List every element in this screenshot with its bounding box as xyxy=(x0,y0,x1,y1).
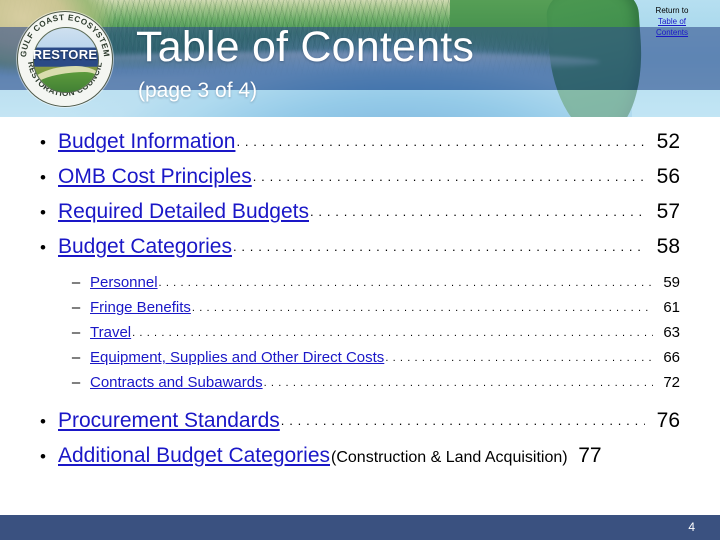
footer-bar: 4 xyxy=(0,515,720,540)
header-banner: Table of Contents (page 3 of 4) GULF COA… xyxy=(0,0,720,117)
toc-entry: – Travel. . . . . . . . . . . . . . . . .… xyxy=(0,321,720,346)
toc-entry: • Additional Budget Categories (Construct… xyxy=(0,439,720,474)
dash-bullet-icon: – xyxy=(71,349,81,366)
return-to-toc: Return to Table of Contents xyxy=(640,5,704,38)
dot-leader: . . . . . . . . . . . . . . . . . . . . … xyxy=(236,134,645,149)
toc-entry: • Procurement Standards. . . . . . . . . … xyxy=(0,404,720,439)
dot-leader: . . . . . . . . . . . . . . . . . . . . … xyxy=(385,352,653,364)
bullet-icon: • xyxy=(40,203,46,222)
bullet-icon: • xyxy=(40,133,46,152)
toc-entry: • Budget Categories. . . . . . . . . . . … xyxy=(0,230,720,265)
bullet-icon: • xyxy=(40,238,46,257)
toc-page-number: 72 xyxy=(663,374,680,391)
return-label: Return to xyxy=(655,6,689,15)
return-link-line2[interactable]: Contents xyxy=(640,27,704,38)
toc-entry-link[interactable]: Budget Information xyxy=(58,125,235,158)
return-link-line1[interactable]: Table of xyxy=(640,16,704,27)
bullet-icon: • xyxy=(40,168,46,187)
toc-entry: • OMB Cost Principles . . . . . . . . . .… xyxy=(0,160,720,195)
toc-entry: – Personnel. . . . . . . . . . . . . . . … xyxy=(0,271,720,296)
page-title: Table of Contents xyxy=(136,23,475,71)
toc-page-number: 56 xyxy=(656,165,680,188)
dot-leader: . . . . . . . . . . . . . . . . . . . . … xyxy=(158,277,653,289)
toc-page-number: 63 xyxy=(663,324,680,341)
restore-council-logo: GULF COAST ECOSYSTEM RESTORATION COUNCIL… xyxy=(17,11,113,107)
toc-entry-link[interactable]: Budget Categories xyxy=(58,230,232,263)
toc-entry-link[interactable]: Additional Budget Categories xyxy=(58,439,330,472)
toc-entry-link[interactable]: Travel xyxy=(90,321,131,345)
toc-page-number: 52 xyxy=(656,130,680,153)
dot-leader: . . . . . . . . . . . . . . . . . . . . … xyxy=(263,377,653,389)
dot-leader: . . . . . . . . . . . . . . . . . . . . … xyxy=(310,204,645,219)
dash-bullet-icon: – xyxy=(71,274,81,291)
dash-bullet-icon: – xyxy=(71,324,81,341)
toc-page-number: 57 xyxy=(656,200,680,223)
dash-bullet-icon: – xyxy=(71,299,81,316)
toc-page-number: 76 xyxy=(656,409,680,432)
dash-bullet-icon: – xyxy=(71,374,81,391)
toc-entry: – Contracts and Subawards. . . . . . . . … xyxy=(0,371,720,396)
logo-wordmark: RESTORE xyxy=(32,47,98,62)
dot-leader: . . . . . . . . . . . . . . . . . . . . … xyxy=(232,239,645,254)
bullet-icon: • xyxy=(40,447,46,466)
toc-entry-note: (Construction & Land Acquisition) xyxy=(331,449,568,466)
toc-page-number: 77 xyxy=(578,444,602,467)
toc-entry-link[interactable]: Fringe Benefits xyxy=(90,296,191,320)
toc-page-number: 66 xyxy=(663,349,680,366)
toc-spacer xyxy=(0,396,720,404)
toc-entry: • Required Detailed Budgets. . . . . . . … xyxy=(0,195,720,230)
toc-entry-link[interactable]: Personnel xyxy=(90,271,158,295)
toc-entry-link[interactable]: Required Detailed Budgets xyxy=(58,195,309,228)
toc-page-number: 59 xyxy=(663,274,680,291)
dot-leader: . . . . . . . . . . . . . . . . . . . . … xyxy=(252,169,645,184)
page-subtitle: (page 3 of 4) xyxy=(138,79,258,102)
toc-entry-link[interactable]: OMB Cost Principles xyxy=(58,160,252,193)
bullet-icon: • xyxy=(40,412,46,431)
toc-entry: • Budget Information. . . . . . . . . . .… xyxy=(0,125,720,160)
slide-number: 4 xyxy=(688,520,695,534)
toc-page-number: 58 xyxy=(656,235,680,258)
toc-entry: – Fringe Benefits. . . . . . . . . . . . … xyxy=(0,296,720,321)
toc-entry-link[interactable]: Procurement Standards xyxy=(58,404,280,437)
table-of-contents-list: • Budget Information. . . . . . . . . . .… xyxy=(0,125,720,474)
dot-leader: . . . . . . . . . . . . . . . . . . . . … xyxy=(191,302,653,314)
toc-page-number: 61 xyxy=(663,299,680,316)
toc-entry: – Equipment, Supplies and Other Direct Co… xyxy=(0,346,720,371)
dot-leader: . . . . . . . . . . . . . . . . . . . . … xyxy=(280,413,645,428)
dot-leader: . . . . . . . . . . . . . . . . . . . . … xyxy=(132,327,653,339)
toc-entry-link[interactable]: Contracts and Subawards xyxy=(90,371,263,395)
toc-entry-link[interactable]: Equipment, Supplies and Other Direct Cos… xyxy=(90,346,384,370)
